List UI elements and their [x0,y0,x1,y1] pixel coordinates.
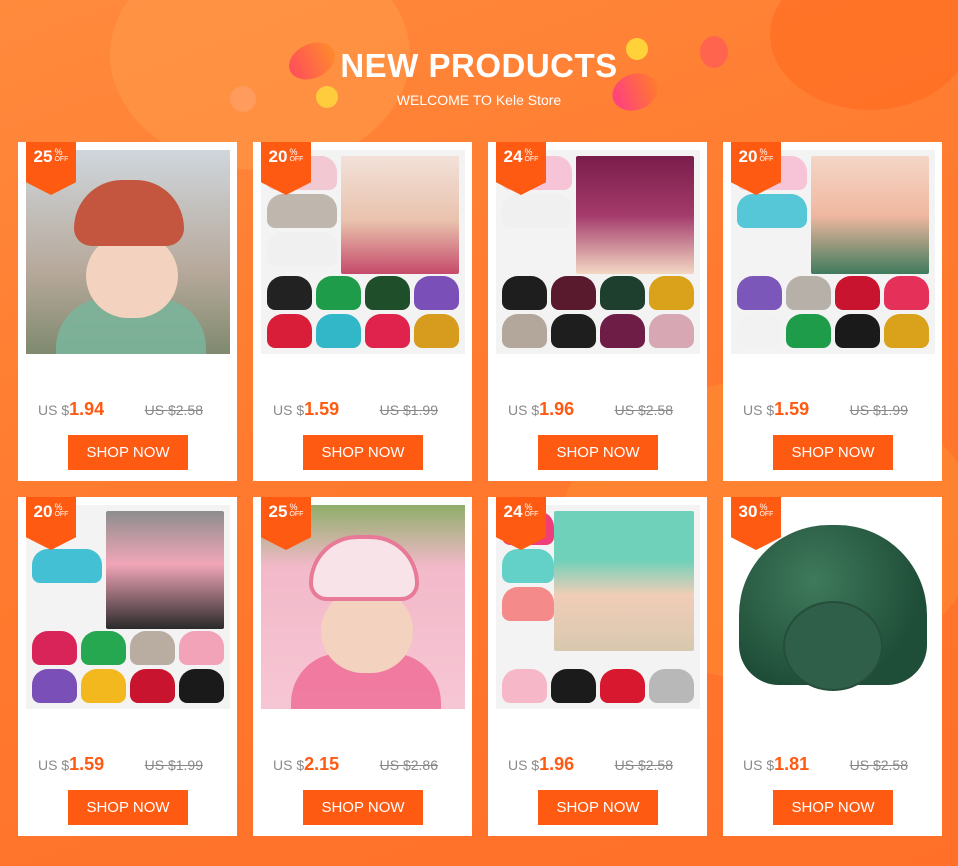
shop-now-button[interactable]: SHOP NOW [303,790,423,825]
price-value: 1.96 [539,399,575,419]
discount-off: OFF [524,511,539,518]
product-card[interactable]: 30 % OFF US $1.81 US $2.58 SHOP NOW [723,497,942,836]
discount-value: 25 [268,502,288,521]
discount-off: OFF [54,156,69,163]
price-value: 1.81 [774,754,810,774]
original-price: US $1.99 [849,402,908,418]
shop-now-button[interactable]: SHOP NOW [68,435,188,470]
currency: US $ [38,757,70,773]
original-price: US $1.99 [379,402,438,418]
discount-percent: % [289,147,298,157]
current-price: US $1.59 [38,754,104,775]
shop-now-button[interactable]: SHOP NOW [303,435,423,470]
product-card[interactable]: 20 % OFF US $1.59 US $1.99 SHOP NOW [253,142,472,481]
discount-value: 25 [33,147,53,166]
image-inset-photo [811,156,929,274]
shop-now-button[interactable]: SHOP NOW [773,435,893,470]
image-hat-grid [737,276,929,348]
discount-off: OFF [289,511,304,518]
currency: US $ [508,757,540,773]
product-card[interactable]: 24 % OFF US $1.96 US $2.58 SHOP NOW [488,497,707,836]
image-hat-grid [502,276,694,348]
image-hat-grid [267,276,459,348]
current-price: US $1.59 [743,399,809,420]
shop-now-button[interactable]: SHOP NOW [538,790,658,825]
image-figure [321,589,413,673]
shop-now-button[interactable]: SHOP NOW [68,790,188,825]
discount-value: 20 [268,147,288,166]
discount-off: OFF [289,156,304,163]
current-price: US $1.96 [508,754,574,775]
product-card[interactable]: 25 % OFF US $2.15 US $2.86 SHOP NOW [253,497,472,836]
image-hat-grid [502,669,694,703]
current-price: US $1.94 [38,399,104,420]
current-price: US $2.15 [273,754,339,775]
section-subtitle: WELCOME TO Kele Store [396,92,562,108]
discount-value: 24 [503,147,523,166]
price-value: 1.59 [69,754,105,774]
product-card[interactable]: 20 % OFF US $1.59 US $1.99 SHOP NOW [18,497,237,836]
product-card[interactable]: 24 % OFF US $1.96 US $2.58 SHOP NOW [488,142,707,481]
original-price: US $2.58 [144,402,203,418]
discount-percent: % [524,147,533,157]
discount-percent: % [54,502,63,512]
image-hat [309,535,419,601]
original-price: US $2.86 [379,757,438,773]
image-inset-photo [106,511,224,629]
image-inset-photo [554,511,694,651]
discount-off: OFF [759,511,774,518]
image-inset-photo [341,156,459,274]
current-price: US $1.96 [508,399,574,420]
image-flower [783,601,883,691]
section-header: NEW PRODUCTS WELCOME TO Kele Store [0,44,958,108]
section-title: NEW PRODUCTS [340,47,618,84]
discount-off: OFF [524,156,539,163]
currency: US $ [273,402,305,418]
price-value: 1.59 [774,399,810,419]
image-hat-grid [32,631,224,703]
currency: US $ [38,402,70,418]
image-figure [86,234,178,318]
price-value: 1.59 [304,399,340,419]
shop-now-button[interactable]: SHOP NOW [538,435,658,470]
discount-value: 20 [33,502,53,521]
shop-now-button[interactable]: SHOP NOW [773,790,893,825]
price-value: 2.15 [304,754,340,774]
currency: US $ [743,757,775,773]
image-inset-photo [576,156,694,274]
product-card[interactable]: 20 % OFF US $1.59 US $1.99 SHOP NOW [723,142,942,481]
image-hat [74,180,184,246]
price-value: 1.96 [539,754,575,774]
currency: US $ [743,402,775,418]
current-price: US $1.59 [273,399,339,420]
original-price: US $2.58 [614,402,673,418]
discount-percent: % [289,502,298,512]
discount-value: 20 [738,147,758,166]
discount-value: 30 [738,502,758,521]
discount-percent: % [54,147,63,157]
original-price: US $1.99 [144,757,203,773]
product-card[interactable]: 25 % OFF US $1.94 US $2.58 SHOP NOW [18,142,237,481]
original-price: US $2.58 [849,757,908,773]
original-price: US $2.58 [614,757,673,773]
discount-value: 24 [503,502,523,521]
discount-percent: % [759,147,768,157]
price-value: 1.94 [69,399,105,419]
current-price: US $1.81 [743,754,809,775]
discount-percent: % [759,502,768,512]
currency: US $ [508,402,540,418]
discount-off: OFF [759,156,774,163]
currency: US $ [273,757,305,773]
discount-percent: % [524,502,533,512]
discount-off: OFF [54,511,69,518]
